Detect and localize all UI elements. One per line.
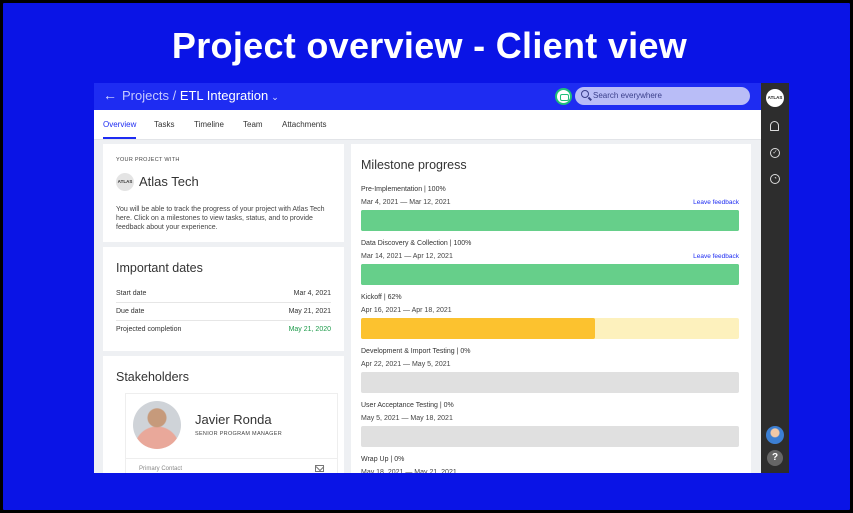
stakeholder-name: Javier Ronda (195, 412, 272, 427)
top-bar: ← Projects / ETL Integration ⌄ Search eve… (94, 83, 761, 110)
milestone-dates: Mar 4, 2021 — Mar 12, 2021 (361, 199, 451, 206)
tab-overview[interactable]: Overview (103, 120, 137, 139)
bell-icon[interactable] (770, 121, 779, 131)
milestone-progress-bar (361, 372, 739, 393)
important-dates-card: Important dates Start date Mar 4, 2021 D… (103, 247, 344, 351)
milestone-dates: May 18, 2021 — May 21, 2021 (361, 469, 457, 473)
client-eyebrow: YOUR PROJECT WITH (116, 157, 180, 163)
milestone-name: Pre-Implementation | 100% (361, 186, 446, 193)
breadcrumb-projects[interactable]: Projects (122, 88, 169, 103)
stakeholder-role: SENIOR PROGRAM MANAGER (195, 431, 282, 437)
milestone-name: Kickoff | 62% (361, 294, 402, 301)
breadcrumb-separator: / (168, 88, 180, 103)
milestone-dates: Apr 22, 2021 — May 5, 2021 (361, 361, 451, 368)
client-company-name: Atlas Tech (139, 174, 199, 189)
breadcrumb-current-project[interactable]: ETL Integration (180, 88, 268, 103)
milestone-progress-fill (361, 210, 739, 231)
tab-tasks[interactable]: Tasks (154, 120, 174, 129)
check-circle-icon[interactable]: ✓ (770, 148, 780, 158)
tab-attachments[interactable]: Attachments (282, 120, 326, 129)
stakeholders-heading: Stakeholders (116, 370, 189, 384)
date-value: May 21, 2021 (288, 308, 331, 315)
important-dates-heading: Important dates (116, 261, 203, 275)
stakeholders-card: Stakeholders Javier Ronda SENIOR PROGRAM… (103, 356, 344, 473)
tab-timeline[interactable]: Timeline (194, 120, 224, 129)
milestone-progress-fill (361, 264, 739, 285)
milestone-dates: May 5, 2021 — May 18, 2021 (361, 415, 453, 422)
date-value: May 21, 2020 (288, 326, 331, 333)
date-row-due: Due date May 21, 2021 (116, 304, 331, 321)
milestone-item[interactable]: Data Discovery & Collection | 100% Mar 14… (361, 240, 741, 294)
date-value: Mar 4, 2021 (293, 290, 331, 297)
date-label: Projected completion (116, 326, 182, 333)
milestone-item[interactable]: Development & Import Testing | 0% Apr 22,… (361, 348, 741, 402)
tab-team[interactable]: Team (243, 120, 263, 129)
milestone-name: Wrap Up | 0% (361, 456, 405, 463)
mail-icon[interactable] (315, 465, 324, 472)
date-row-projected: Projected completion May 21, 2020 (116, 322, 331, 339)
milestone-name: User Acceptance Testing | 0% (361, 402, 454, 409)
leave-feedback-link[interactable]: Leave feedback (693, 253, 739, 260)
stakeholder-card[interactable]: Javier Ronda SENIOR PROGRAM MANAGER Prim… (125, 393, 338, 473)
milestone-heading: Milestone progress (361, 158, 467, 172)
back-arrow-icon[interactable]: ← (103, 87, 117, 103)
client-logo: ATLAS (116, 173, 134, 191)
search-input[interactable]: Search everywhere (575, 87, 750, 105)
slide-frame: Project overview - Client view ← Project… (0, 0, 853, 513)
breadcrumb: Projects / ETL Integration ⌄ (122, 88, 279, 103)
user-avatar[interactable] (766, 426, 784, 444)
milestone-item[interactable]: Pre-Implementation | 100% Mar 4, 2021 — M… (361, 186, 741, 240)
help-icon[interactable]: ? (767, 450, 783, 466)
milestone-progress-bar (361, 426, 739, 447)
chat-support-icon[interactable] (555, 88, 572, 105)
milestone-item[interactable]: User Acceptance Testing | 0% May 5, 2021 … (361, 402, 741, 456)
milestone-item[interactable]: Kickoff | 62% Apr 16, 2021 — Apr 18, 2021 (361, 294, 741, 348)
right-rail: ATLAS ✓ ◔ ? (761, 83, 789, 473)
leave-feedback-link[interactable]: Leave feedback (693, 199, 739, 206)
date-label: Start date (116, 290, 147, 297)
search-placeholder: Search everywhere (593, 91, 662, 100)
milestone-progress-bar (361, 318, 739, 339)
client-description: You will be able to track the progress o… (116, 206, 325, 231)
milestone-dates: Apr 16, 2021 — Apr 18, 2021 (361, 307, 452, 314)
primary-contact-label: Primary Contact (139, 466, 183, 472)
search-icon (581, 90, 589, 98)
chevron-down-icon[interactable]: ⌄ (271, 92, 279, 102)
atlas-logo[interactable]: ATLAS (766, 89, 784, 107)
milestone-item[interactable]: Wrap Up | 0% May 18, 2021 — May 21, 2021 (361, 456, 741, 473)
milestone-progress-bar (361, 210, 739, 231)
stakeholder-avatar (133, 401, 181, 449)
app-window: ← Projects / ETL Integration ⌄ Search eve… (94, 83, 789, 473)
milestone-dates: Mar 14, 2021 — Apr 12, 2021 (361, 253, 453, 260)
date-label: Due date (116, 308, 145, 315)
milestone-name: Data Discovery & Collection | 100% (361, 240, 472, 247)
client-card: YOUR PROJECT WITH ATLAS Atlas Tech You w… (103, 144, 344, 242)
milestone-name: Development & Import Testing | 0% (361, 348, 471, 355)
milestone-progress-bar (361, 264, 739, 285)
stakeholder-contact-row: Primary Contact (126, 458, 337, 473)
slide-title: Project overview - Client view (171, 25, 688, 66)
date-row-start: Start date Mar 4, 2021 (116, 286, 331, 303)
milestone-progress-card: Milestone progress Pre-Implementation | … (351, 144, 751, 473)
dashboard-gauge-icon[interactable]: ◔ (770, 174, 780, 184)
milestone-progress-fill (361, 318, 596, 339)
tab-bar: Overview Tasks Timeline Team Attachments (94, 110, 761, 140)
